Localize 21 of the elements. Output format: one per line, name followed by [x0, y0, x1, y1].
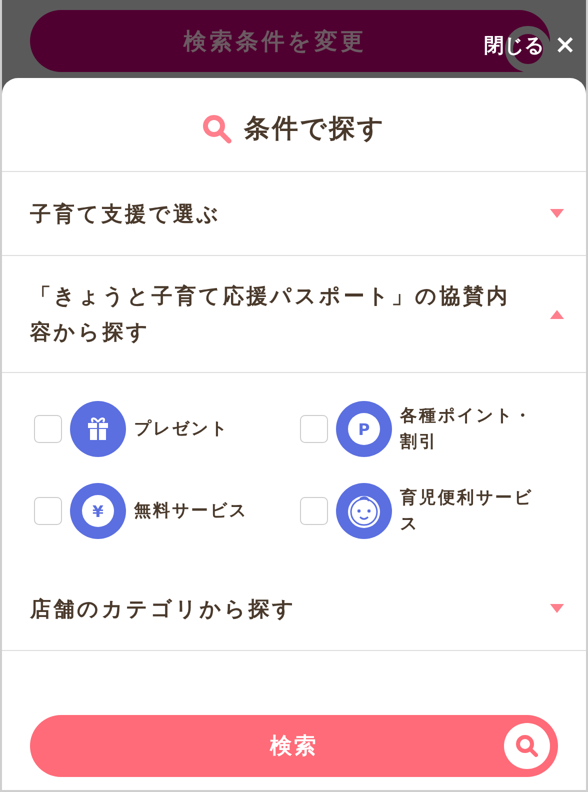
- checkbox[interactable]: [34, 497, 62, 525]
- caret-down-icon: [550, 209, 564, 218]
- checkbox[interactable]: [300, 497, 328, 525]
- option-label: 育児便利サービス: [400, 487, 534, 536]
- caret-up-icon: [550, 310, 564, 318]
- option-label: 各種ポイント・割引: [400, 405, 534, 454]
- badge-icon: ¥: [70, 483, 126, 539]
- section-title: 「きょうと子育て応援パスポート」の協賛内容から探す: [30, 283, 511, 346]
- badge-icon: P: [336, 401, 392, 457]
- option-label: プレゼント: [134, 418, 229, 441]
- section-title: 店舗のカテゴリから探す: [30, 596, 296, 622]
- accordion-header[interactable]: 「きょうと子育て応援パスポート」の協賛内容から探す: [2, 256, 586, 373]
- accordion-header[interactable]: 子育て支援で選ぶ: [2, 172, 586, 256]
- panel-title: 条件で探す: [244, 113, 386, 146]
- checkbox[interactable]: [300, 415, 328, 443]
- checkbox[interactable]: [34, 415, 62, 443]
- close-icon: ×: [554, 30, 576, 60]
- section-title: 子育て支援で選ぶ: [30, 200, 221, 228]
- option-label: 無料サービス: [134, 500, 248, 523]
- caret-down-icon: [550, 604, 564, 613]
- accordion-header[interactable]: 店舗のカテゴリから探す: [2, 567, 586, 651]
